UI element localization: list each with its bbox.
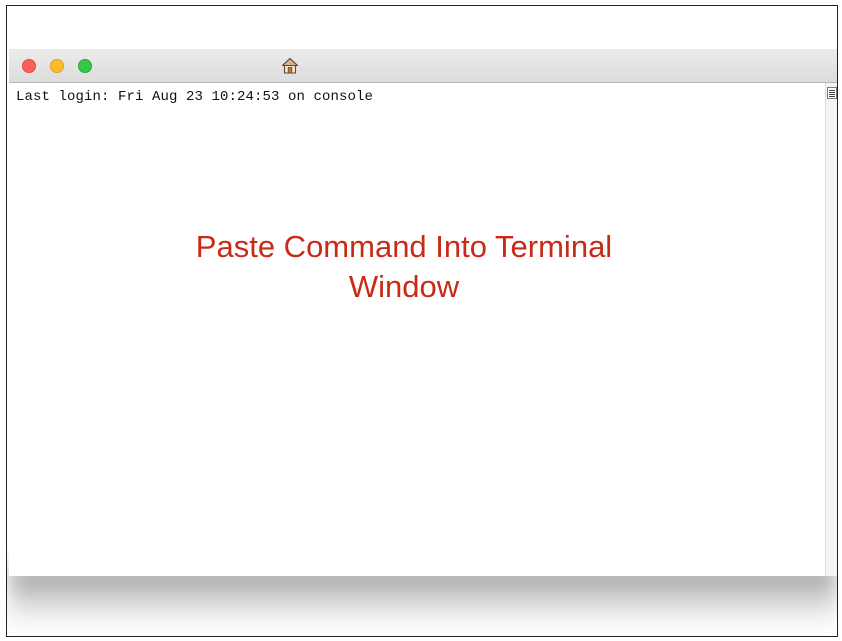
terminal-content[interactable]: Last login: Fri Aug 23 10:24:53 on conso… [9,83,825,576]
window-shadow [9,566,837,636]
instruction-annotation: Paste Command Into Terminal Window [159,227,649,307]
home-icon [281,57,299,74]
scroll-menu-icon[interactable] [827,87,837,99]
terminal-line: Last login: Fri Aug 23 10:24:53 on conso… [16,89,374,105]
vertical-scrollbar[interactable] [825,83,837,576]
instruction-line-2: Window [348,269,460,304]
zoom-button[interactable] [78,59,92,73]
close-button[interactable] [22,59,36,73]
title-bar[interactable] [9,49,837,83]
instruction-line-1: Paste Command Into Terminal [195,229,613,264]
screenshot-frame: Last login: Fri Aug 23 10:24:53 on conso… [6,5,838,637]
terminal-window: Last login: Fri Aug 23 10:24:53 on conso… [9,49,837,576]
minimize-button[interactable] [50,59,64,73]
